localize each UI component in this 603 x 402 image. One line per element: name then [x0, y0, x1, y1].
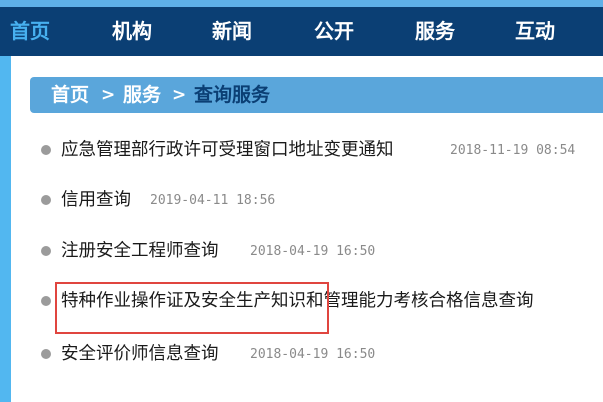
- list-item-date: 2018-04-19 16:50: [250, 347, 376, 362]
- top-accent-strip: [0, 0, 603, 7]
- breadcrumb: 首页 > 服务 > 查询服务: [30, 77, 603, 113]
- main-nav-bar: 首页 机构 新闻 公开 服务 互动: [0, 7, 603, 56]
- bullet-dot-icon: [41, 195, 51, 205]
- bullet-dot-icon: [41, 246, 51, 256]
- nav-item-news[interactable]: 新闻: [212, 7, 252, 56]
- breadcrumb-home-link[interactable]: 首页: [51, 77, 89, 113]
- bullet-dot-icon: [41, 145, 51, 155]
- list-item-title-link[interactable]: 应急管理部行政许可受理窗口地址变更通知: [61, 136, 394, 164]
- list-item-title-link[interactable]: 信用查询: [61, 186, 131, 214]
- breadcrumb-current: 查询服务: [194, 84, 271, 106]
- list-item-title-link[interactable]: 安全评价师信息查询: [61, 340, 219, 368]
- bullet-dot-icon: [41, 296, 51, 306]
- nav-item-public[interactable]: 公开: [314, 7, 354, 56]
- bullet-dot-icon: [41, 349, 51, 359]
- nav-item-services[interactable]: 服务: [415, 7, 455, 56]
- list-item: 信用查询 2019-04-11 18:56: [38, 186, 603, 214]
- nav-item-organization[interactable]: 机构: [112, 7, 152, 56]
- list-item-title-link[interactable]: 特种作业操作证及安全生产知识和管理能力考核合格信息查询: [61, 287, 534, 315]
- breadcrumb-separator: >: [101, 85, 116, 105]
- list-item: 注册安全工程师查询 2018-04-19 16:50: [38, 237, 603, 265]
- list-item: 安全评价师信息查询 2018-04-19 16:50: [38, 340, 603, 368]
- list-item-date: 2018-11-19 08:54: [450, 143, 576, 158]
- breadcrumb-services-link[interactable]: 服务: [123, 77, 161, 113]
- list-item: 特种作业操作证及安全生产知识和管理能力考核合格信息查询: [38, 287, 603, 315]
- nav-item-home[interactable]: 首页: [10, 7, 50, 56]
- list-item-date: 2019-04-11 18:56: [150, 193, 276, 208]
- list-item: 应急管理部行政许可受理窗口地址变更通知 2018-11-19 08:54: [38, 136, 603, 164]
- breadcrumb-separator: >: [172, 85, 187, 105]
- nav-item-interaction[interactable]: 互动: [515, 7, 555, 56]
- left-side-bar: [0, 56, 11, 402]
- list-item-title-link[interactable]: 注册安全工程师查询: [61, 237, 219, 265]
- list-item-date: 2018-04-19 16:50: [250, 244, 376, 259]
